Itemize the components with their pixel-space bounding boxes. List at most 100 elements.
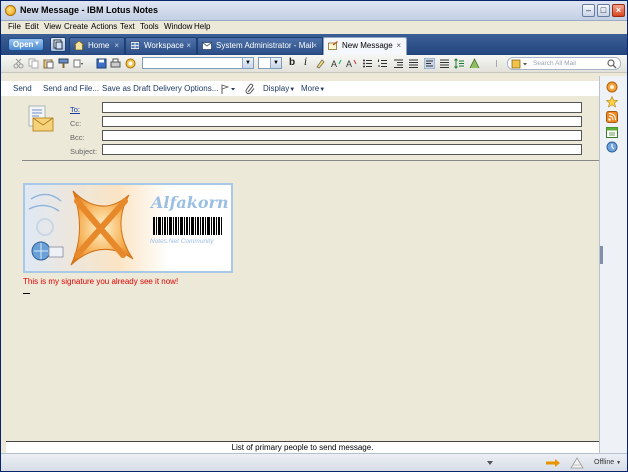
display-menu-button[interactable]: Display▼ (263, 84, 295, 93)
tab-system-administrator-mail[interactable]: System Administrator - Mail × (197, 37, 323, 54)
menu-file[interactable]: File (8, 22, 21, 31)
more-menu-button[interactable]: More▼ (301, 84, 325, 93)
align-justify-icon[interactable] (439, 58, 450, 69)
chevron-down-icon: ▼ (34, 41, 40, 47)
chevron-down-icon: ▼ (270, 58, 281, 68)
windows-icon (53, 39, 63, 50)
close-button[interactable]: × (612, 4, 625, 17)
show-windows-button[interactable] (50, 37, 66, 52)
bcc-label: Bcc: (70, 133, 85, 142)
search-scope-icon[interactable] (511, 59, 529, 69)
bullet-list-icon[interactable] (362, 58, 373, 69)
feeds-icon[interactable] (606, 111, 618, 123)
menu-tools[interactable]: Tools (140, 22, 159, 31)
save-icon[interactable] (96, 58, 107, 69)
indent-icon[interactable] (408, 58, 419, 69)
menu-actions[interactable]: Actions (91, 22, 117, 31)
decrease-font-icon[interactable]: A (346, 58, 357, 69)
replicate-arrow-icon[interactable] (545, 458, 561, 468)
star-icon[interactable] (606, 96, 618, 108)
menu-edit[interactable]: Edit (25, 22, 39, 31)
align-left-icon[interactable] (424, 58, 435, 69)
text-cursor (23, 293, 30, 294)
send-and-file-button[interactable]: Send and File... (43, 84, 99, 93)
subject-field[interactable] (102, 144, 582, 155)
chevron-down-icon: ▼ (319, 87, 326, 93)
tab-home[interactable]: Home × (69, 37, 125, 54)
maximize-button[interactable]: □ (597, 4, 610, 17)
font-family-select[interactable]: ▼ (142, 57, 254, 69)
activities-icon[interactable] (606, 141, 618, 153)
logo-brand-text: Alfakorn (151, 193, 229, 212)
logo-tagline-text: Notes.Net Community (150, 238, 214, 245)
save-as-draft-button[interactable]: Save as Draft (102, 84, 150, 93)
attach-dropdown-icon[interactable] (73, 58, 84, 69)
delivery-options-button[interactable]: Delivery Options... (153, 84, 218, 93)
tab-new-message-label: New Message (342, 41, 393, 50)
workspace-icon (130, 41, 140, 50)
sidebar-resize-handle[interactable] (600, 246, 603, 264)
header-separator (22, 160, 599, 161)
tab-bar: Open ▼ Home × Workspace × System Adminis… (1, 34, 627, 55)
svg-text:A: A (331, 59, 337, 69)
numbered-list-icon[interactable] (377, 58, 388, 69)
cc-field[interactable] (102, 116, 582, 127)
follow-up-flag-icon[interactable] (220, 84, 238, 94)
print-icon[interactable] (110, 58, 121, 69)
connection-status-text: Offline (594, 459, 615, 466)
status-bar: Offline ▼ (1, 453, 627, 471)
open-button[interactable]: Open ▼ (8, 38, 44, 51)
format-painter-icon[interactable] (58, 58, 69, 69)
close-tab-icon[interactable]: × (114, 38, 119, 53)
subject-label: Subject: (70, 147, 98, 156)
menu-bar: File Edit View Create Actions Text Tools… (1, 21, 627, 34)
font-size-select[interactable]: ▼ (258, 57, 282, 69)
menu-create[interactable]: Create (64, 22, 88, 31)
connection-status-icon[interactable] (570, 457, 584, 469)
paperclip-icon[interactable] (245, 83, 255, 94)
spell-check-icon[interactable] (125, 58, 136, 69)
to-field[interactable] (102, 102, 582, 113)
open-button-label: Open (13, 40, 34, 49)
highlight-icon[interactable] (315, 58, 326, 69)
outdent-icon[interactable] (393, 58, 404, 69)
send-button[interactable]: Send (13, 84, 32, 93)
tab-workspace[interactable]: Workspace × (125, 37, 197, 54)
menu-view[interactable]: View (44, 22, 61, 31)
menu-window[interactable]: Window (164, 22, 192, 31)
chevron-down-icon: ▼ (242, 58, 253, 68)
tab-home-label: Home (88, 41, 110, 50)
to-label[interactable]: To: (70, 105, 80, 114)
cut-icon[interactable] (13, 58, 24, 69)
status-dropdown-icon[interactable] (487, 460, 493, 466)
connection-status-label[interactable]: Offline ▼ (594, 459, 621, 466)
italic-button[interactable]: i (304, 57, 307, 68)
toolbar-separator-icon (496, 60, 497, 67)
calendar-icon[interactable] (606, 126, 618, 138)
close-tab-icon[interactable]: × (312, 38, 317, 53)
search-box[interactable]: Search All Mail (507, 57, 621, 70)
increase-font-icon[interactable]: A (331, 58, 342, 69)
minimize-button[interactable]: – (582, 4, 595, 17)
sametime-icon[interactable] (606, 81, 618, 93)
cc-label: Cc: (70, 119, 82, 128)
search-icon[interactable] (607, 59, 617, 69)
line-spacing-icon[interactable] (454, 58, 465, 69)
app-window: New Message - IBM Lotus Notes – □ × File… (0, 0, 628, 472)
close-tab-icon[interactable]: × (396, 38, 401, 53)
bold-button[interactable]: b (289, 57, 295, 68)
copy-icon[interactable] (28, 58, 39, 69)
svg-text:A: A (346, 59, 352, 69)
close-tab-icon[interactable]: × (186, 38, 191, 53)
tab-new-message[interactable]: New Message × (323, 37, 407, 55)
bcc-field[interactable] (102, 130, 582, 141)
paste-icon[interactable] (43, 58, 54, 69)
signature-text: This is my signature you already see it … (23, 277, 179, 286)
envelope-icon (28, 105, 54, 132)
menu-help[interactable]: Help (194, 22, 210, 31)
menu-text[interactable]: Text (120, 22, 135, 31)
tab-workspace-label: Workspace (144, 41, 184, 50)
text-style-icon[interactable] (469, 58, 480, 69)
right-sidebar (599, 76, 627, 456)
mail-icon (202, 42, 212, 50)
